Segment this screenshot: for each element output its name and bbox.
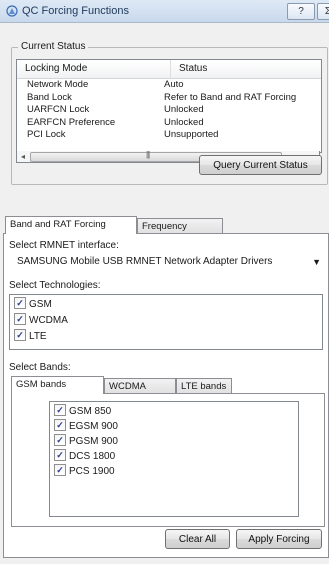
help-button[interactable]: ? bbox=[287, 3, 315, 20]
query-current-status-button[interactable]: Query Current Status bbox=[199, 155, 322, 175]
rmnet-selected-value: SAMSUNG Mobile USB RMNET Network Adapter… bbox=[17, 256, 273, 267]
checkbox-label: LTE bbox=[29, 331, 47, 342]
table-row[interactable]: PCI Lock Unsupported bbox=[17, 129, 321, 142]
tab-lte-bands[interactable]: LTE bands bbox=[176, 378, 232, 394]
row-mode: Network Mode bbox=[27, 79, 89, 90]
tab-band-rat-forcing[interactable]: Band and RAT Forcing bbox=[5, 216, 137, 234]
row-mode: PCI Lock bbox=[27, 129, 66, 140]
checkbox-label: GSM bbox=[29, 299, 52, 310]
checkbox-pgsm-900[interactable]: ✓ bbox=[54, 434, 66, 447]
checkbox-label: DCS 1800 bbox=[69, 451, 116, 462]
tab-wcdma-bands[interactable]: WCDMA bands bbox=[104, 378, 176, 408]
checkbox-dcs-1800[interactable]: ✓ bbox=[54, 449, 66, 462]
rmnet-interface-select[interactable]: SAMSUNG Mobile USB RMNET Network Adapter… bbox=[9, 253, 325, 271]
table-row[interactable]: EARFCN Preference Unlocked bbox=[17, 117, 321, 130]
checkbox-label: WCDMA bbox=[29, 315, 68, 326]
current-status-title: Current Status bbox=[18, 41, 89, 52]
status-list-header: Locking Mode Status bbox=[17, 60, 321, 79]
tab-frequency-forcing[interactable]: Frequency Forcing bbox=[137, 218, 223, 248]
rmnet-label: Select RMNET interface: bbox=[9, 240, 119, 251]
list-item[interactable]: ✓ PCS 1900 bbox=[54, 464, 115, 479]
column-header-status[interactable]: Status bbox=[171, 60, 207, 78]
signal-tower-icon bbox=[6, 5, 18, 17]
window-title: QC Forcing Functions bbox=[22, 5, 129, 17]
checkbox-egsm-900[interactable]: ✓ bbox=[54, 419, 66, 432]
status-list[interactable]: Locking Mode Status Network Mode Auto Ba… bbox=[16, 59, 322, 153]
apply-forcing-button[interactable]: Apply Forcing bbox=[236, 529, 322, 549]
checkbox-gsm[interactable]: ✓ bbox=[14, 297, 26, 310]
row-mode: UARFCN Lock bbox=[27, 104, 90, 115]
list-item[interactable]: ✓ GSM 850 bbox=[54, 404, 112, 419]
list-item[interactable]: ✓ WCDMA bbox=[14, 313, 68, 328]
clear-all-button[interactable]: Clear All bbox=[165, 529, 230, 549]
tab-gsm-bands[interactable]: GSM bands bbox=[11, 376, 104, 394]
row-status: Unsupported bbox=[164, 129, 219, 140]
qc-forcing-window: QC Forcing Functions ? Σ Current Status … bbox=[0, 0, 329, 564]
checkbox-label: GSM 850 bbox=[69, 406, 112, 417]
row-status: Unlocked bbox=[164, 104, 204, 115]
technologies-label: Select Technologies: bbox=[9, 280, 101, 291]
list-item[interactable]: ✓ LTE bbox=[14, 329, 47, 344]
technologies-list: ✓ GSM ✓ WCDMA ✓ LTE bbox=[9, 294, 323, 350]
row-mode: Band Lock bbox=[27, 91, 72, 103]
table-row[interactable]: Band Lock Refer to Band and RAT Forcing bbox=[17, 92, 321, 105]
checkbox-wcdma[interactable]: ✓ bbox=[14, 313, 26, 326]
row-mode: EARFCN Preference bbox=[27, 116, 116, 128]
checkbox-lte[interactable]: ✓ bbox=[14, 329, 26, 342]
chevron-down-icon[interactable]: ▼ bbox=[312, 253, 321, 271]
row-status: Unlocked bbox=[164, 116, 204, 128]
list-item[interactable]: ✓ DCS 1800 bbox=[54, 449, 116, 464]
column-header-locking-mode[interactable]: Locking Mode bbox=[17, 60, 171, 78]
table-row[interactable]: Network Mode Auto bbox=[17, 79, 321, 92]
checkbox-label: PGSM 900 bbox=[69, 436, 118, 447]
scroll-left-icon[interactable]: ◂ bbox=[17, 151, 29, 162]
list-item[interactable]: ✓ GSM bbox=[14, 297, 52, 312]
checkbox-gsm-850[interactable]: ✓ bbox=[54, 404, 66, 417]
bands-label: Select Bands: bbox=[9, 362, 71, 373]
row-status: Refer to Band and RAT Forcing bbox=[164, 91, 297, 103]
checkbox-label: EGSM 900 bbox=[69, 421, 118, 432]
title-bar[interactable]: QC Forcing Functions ? Σ bbox=[0, 0, 329, 23]
close-button[interactable]: Σ bbox=[317, 3, 329, 20]
list-item[interactable]: ✓ EGSM 900 bbox=[54, 419, 118, 434]
table-row[interactable]: UARFCN Lock Unlocked bbox=[17, 104, 321, 117]
checkbox-label: PCS 1900 bbox=[69, 466, 115, 477]
gsm-bands-list: ✓ GSM 850 ✓ EGSM 900 ✓ PGSM 900 ✓ DCS 1800 ✓… bbox=[49, 401, 299, 517]
checkbox-pcs-1900[interactable]: ✓ bbox=[54, 464, 66, 477]
list-item[interactable]: ✓ PGSM 900 bbox=[54, 434, 118, 449]
scroll-grip: ||| bbox=[146, 150, 150, 159]
row-status: Auto bbox=[164, 79, 184, 90]
